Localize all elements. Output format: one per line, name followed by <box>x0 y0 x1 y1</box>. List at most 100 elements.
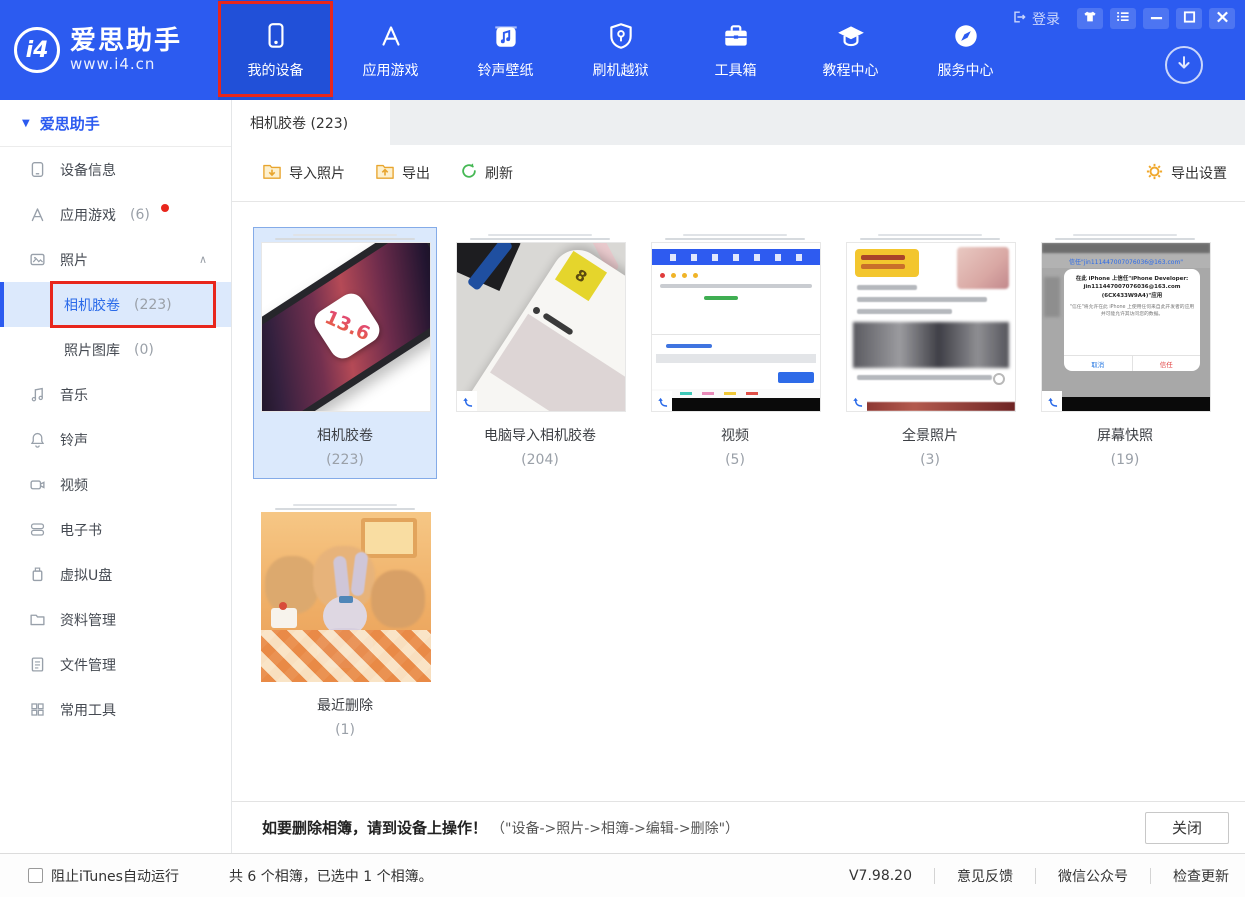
video-camera-icon <box>28 476 46 493</box>
list-icon <box>1116 10 1130 27</box>
stack-effect <box>456 234 624 240</box>
album-name: 最近删除 <box>261 695 429 715</box>
nav-service-center[interactable]: 服务中心 <box>908 0 1023 100</box>
block-itunes-checkbox[interactable] <box>28 868 43 883</box>
album-card-pc-imported[interactable]: 8 电脑导入相机胶卷 (204) <box>448 227 632 479</box>
sidebar-item-common-tools[interactable]: 常用工具 <box>0 687 231 732</box>
wechat-link[interactable]: 微信公众号 <box>1058 866 1128 886</box>
music-box-icon <box>491 21 521 51</box>
stack-effect <box>1041 234 1209 240</box>
maximize-button[interactable] <box>1176 8 1202 29</box>
album-card-screenshots[interactable]: 信任"jin111447007076036@163.com" 在此 iPhone… <box>1033 227 1217 479</box>
refresh-button[interactable]: 刷新 <box>460 162 513 184</box>
check-update-link[interactable]: 检查更新 <box>1173 866 1229 886</box>
export-button[interactable]: 导出 <box>375 162 430 184</box>
sidebar-item-label: 应用游戏 <box>60 205 116 225</box>
sidebar-item-label: 电子书 <box>60 520 102 540</box>
album-name: 视频 <box>651 425 819 445</box>
notification-badge-dot <box>161 204 169 212</box>
login-button[interactable]: 登录 <box>1011 9 1060 29</box>
sidebar-item-music[interactable]: 音乐 <box>0 372 231 417</box>
caret-down-icon: ▼ <box>22 118 30 129</box>
album-count: (19) <box>1041 452 1209 468</box>
export-settings-label: 导出设置 <box>1171 163 1227 183</box>
divider <box>1035 868 1036 884</box>
album-card-videos[interactable]: 视频 (5) <box>643 227 827 479</box>
sidebar-item-ebooks[interactable]: 电子书 <box>0 507 231 552</box>
sidebar-item-ringtones[interactable]: 铃声 <box>0 417 231 462</box>
app-header: i4 爱思助手 www.i4.cn 我的设备 应用游戏 铃声壁纸 <box>0 0 1245 100</box>
brand-title: 爱思助手 <box>70 27 182 56</box>
appstore-icon <box>28 206 46 223</box>
shared-album-badge <box>457 391 477 411</box>
nav-tutorial-center[interactable]: 教程中心 <box>793 0 908 100</box>
theme-skin-button[interactable] <box>1077 8 1103 29</box>
compass-icon <box>951 21 981 51</box>
folder-icon <box>28 611 46 628</box>
notice-close-button[interactable]: 关闭 <box>1145 812 1229 844</box>
nav-toolbox[interactable]: 工具箱 <box>678 0 793 100</box>
stack-effect <box>846 234 1014 240</box>
appstore-icon <box>376 21 406 51</box>
sidebar-item-label: 照片图库 <box>64 340 120 360</box>
sidebar-item-label: 常用工具 <box>60 700 116 720</box>
sidebar-item-label: 照片 <box>60 250 88 270</box>
album-card-panorama[interactable]: 全景照片 (3) <box>838 227 1022 479</box>
sidebar-item-photos[interactable]: 照片 ∧ <box>0 237 231 282</box>
sidebar-device-header[interactable]: ▼ 爱思助手 <box>0 100 231 147</box>
notice-hint: （"设备->照片->相簿->编辑->删除"） <box>491 818 739 838</box>
app-logo: i4 爱思助手 www.i4.cn <box>0 0 218 100</box>
sidebar-item-videos[interactable]: 视频 <box>0 462 231 507</box>
sidebar-item-photo-library[interactable]: 照片图库 (0) <box>0 327 231 372</box>
sidebar-item-file-management[interactable]: 文件管理 <box>0 642 231 687</box>
sidebar-item-label: 设备信息 <box>60 160 116 180</box>
tab-camera-roll[interactable]: 相机胶卷 (223) <box>232 100 390 145</box>
dialog-cancel: 取消 <box>1064 356 1133 371</box>
refresh-label: 刷新 <box>485 163 513 183</box>
close-button[interactable] <box>1209 8 1235 29</box>
nav-flash-jailbreak[interactable]: 刷机越狱 <box>563 0 678 100</box>
notice-message: 如要删除相簿，请到设备上操作！ <box>262 817 487 838</box>
minimize-button[interactable] <box>1143 8 1169 29</box>
grid-icon <box>28 701 46 718</box>
album-thumbnail <box>651 242 821 412</box>
album-thumbnail <box>846 242 1016 412</box>
sidebar-item-virtual-usb[interactable]: 虚拟U盘 <box>0 552 231 597</box>
album-count: (3) <box>846 452 1014 468</box>
download-circle-button[interactable] <box>1165 46 1203 84</box>
selection-summary: 共 6 个相簿，已选中 1 个相簿。 <box>229 866 433 886</box>
sidebar-item-camera-roll[interactable]: 相机胶卷 (223) <box>0 282 231 327</box>
feedback-link[interactable]: 意见反馈 <box>957 866 1013 886</box>
nav-apps-games[interactable]: 应用游戏 <box>333 0 448 100</box>
window-titlebar: 登录 <box>1011 8 1235 29</box>
sidebar-item-label: 资料管理 <box>60 610 116 630</box>
sidebar-item-device-info[interactable]: 设备信息 <box>0 147 231 192</box>
album-card-camera-roll[interactable]: 13.6 相机胶卷 (223) <box>253 227 437 479</box>
trust-link-text: 信任"jin111447007076036@163.com" <box>1042 253 1210 268</box>
album-thumbnail: 13.6 <box>261 242 431 412</box>
sidebar-item-label: 文件管理 <box>60 655 116 675</box>
album-grid: 13.6 相机胶卷 (223) 8 <box>232 202 1245 801</box>
sidebar-item-apps-games[interactable]: 应用游戏 (6) <box>0 192 231 237</box>
export-label: 导出 <box>402 163 430 183</box>
sidebar-item-data-management[interactable]: 资料管理 <box>0 597 231 642</box>
stack-effect <box>261 234 429 240</box>
main-panel: 相机胶卷 (223) 导入照片 导出 刷新 <box>232 100 1245 853</box>
album-card-recently-deleted[interactable]: 最近删除 (1) <box>253 497 437 749</box>
minimize-icon <box>1150 11 1163 27</box>
nav-ringtones-wallpaper[interactable]: 铃声壁纸 <box>448 0 563 100</box>
import-label: 导入照片 <box>289 163 345 183</box>
shield-key-icon <box>606 21 636 51</box>
album-name: 电脑导入相机胶卷 <box>456 425 624 445</box>
stack-effect <box>261 504 429 510</box>
import-photos-button[interactable]: 导入照片 <box>262 162 345 184</box>
export-settings-button[interactable]: 导出设置 <box>1145 162 1227 185</box>
bell-icon <box>28 431 46 448</box>
books-icon <box>28 521 46 538</box>
toolbox-icon <box>721 21 751 51</box>
menu-list-button[interactable] <box>1110 8 1136 29</box>
import-folder-icon <box>262 162 282 184</box>
divider <box>934 868 935 884</box>
nav-my-device[interactable]: 我的设备 <box>218 0 333 100</box>
album-thumbnail <box>261 512 431 682</box>
